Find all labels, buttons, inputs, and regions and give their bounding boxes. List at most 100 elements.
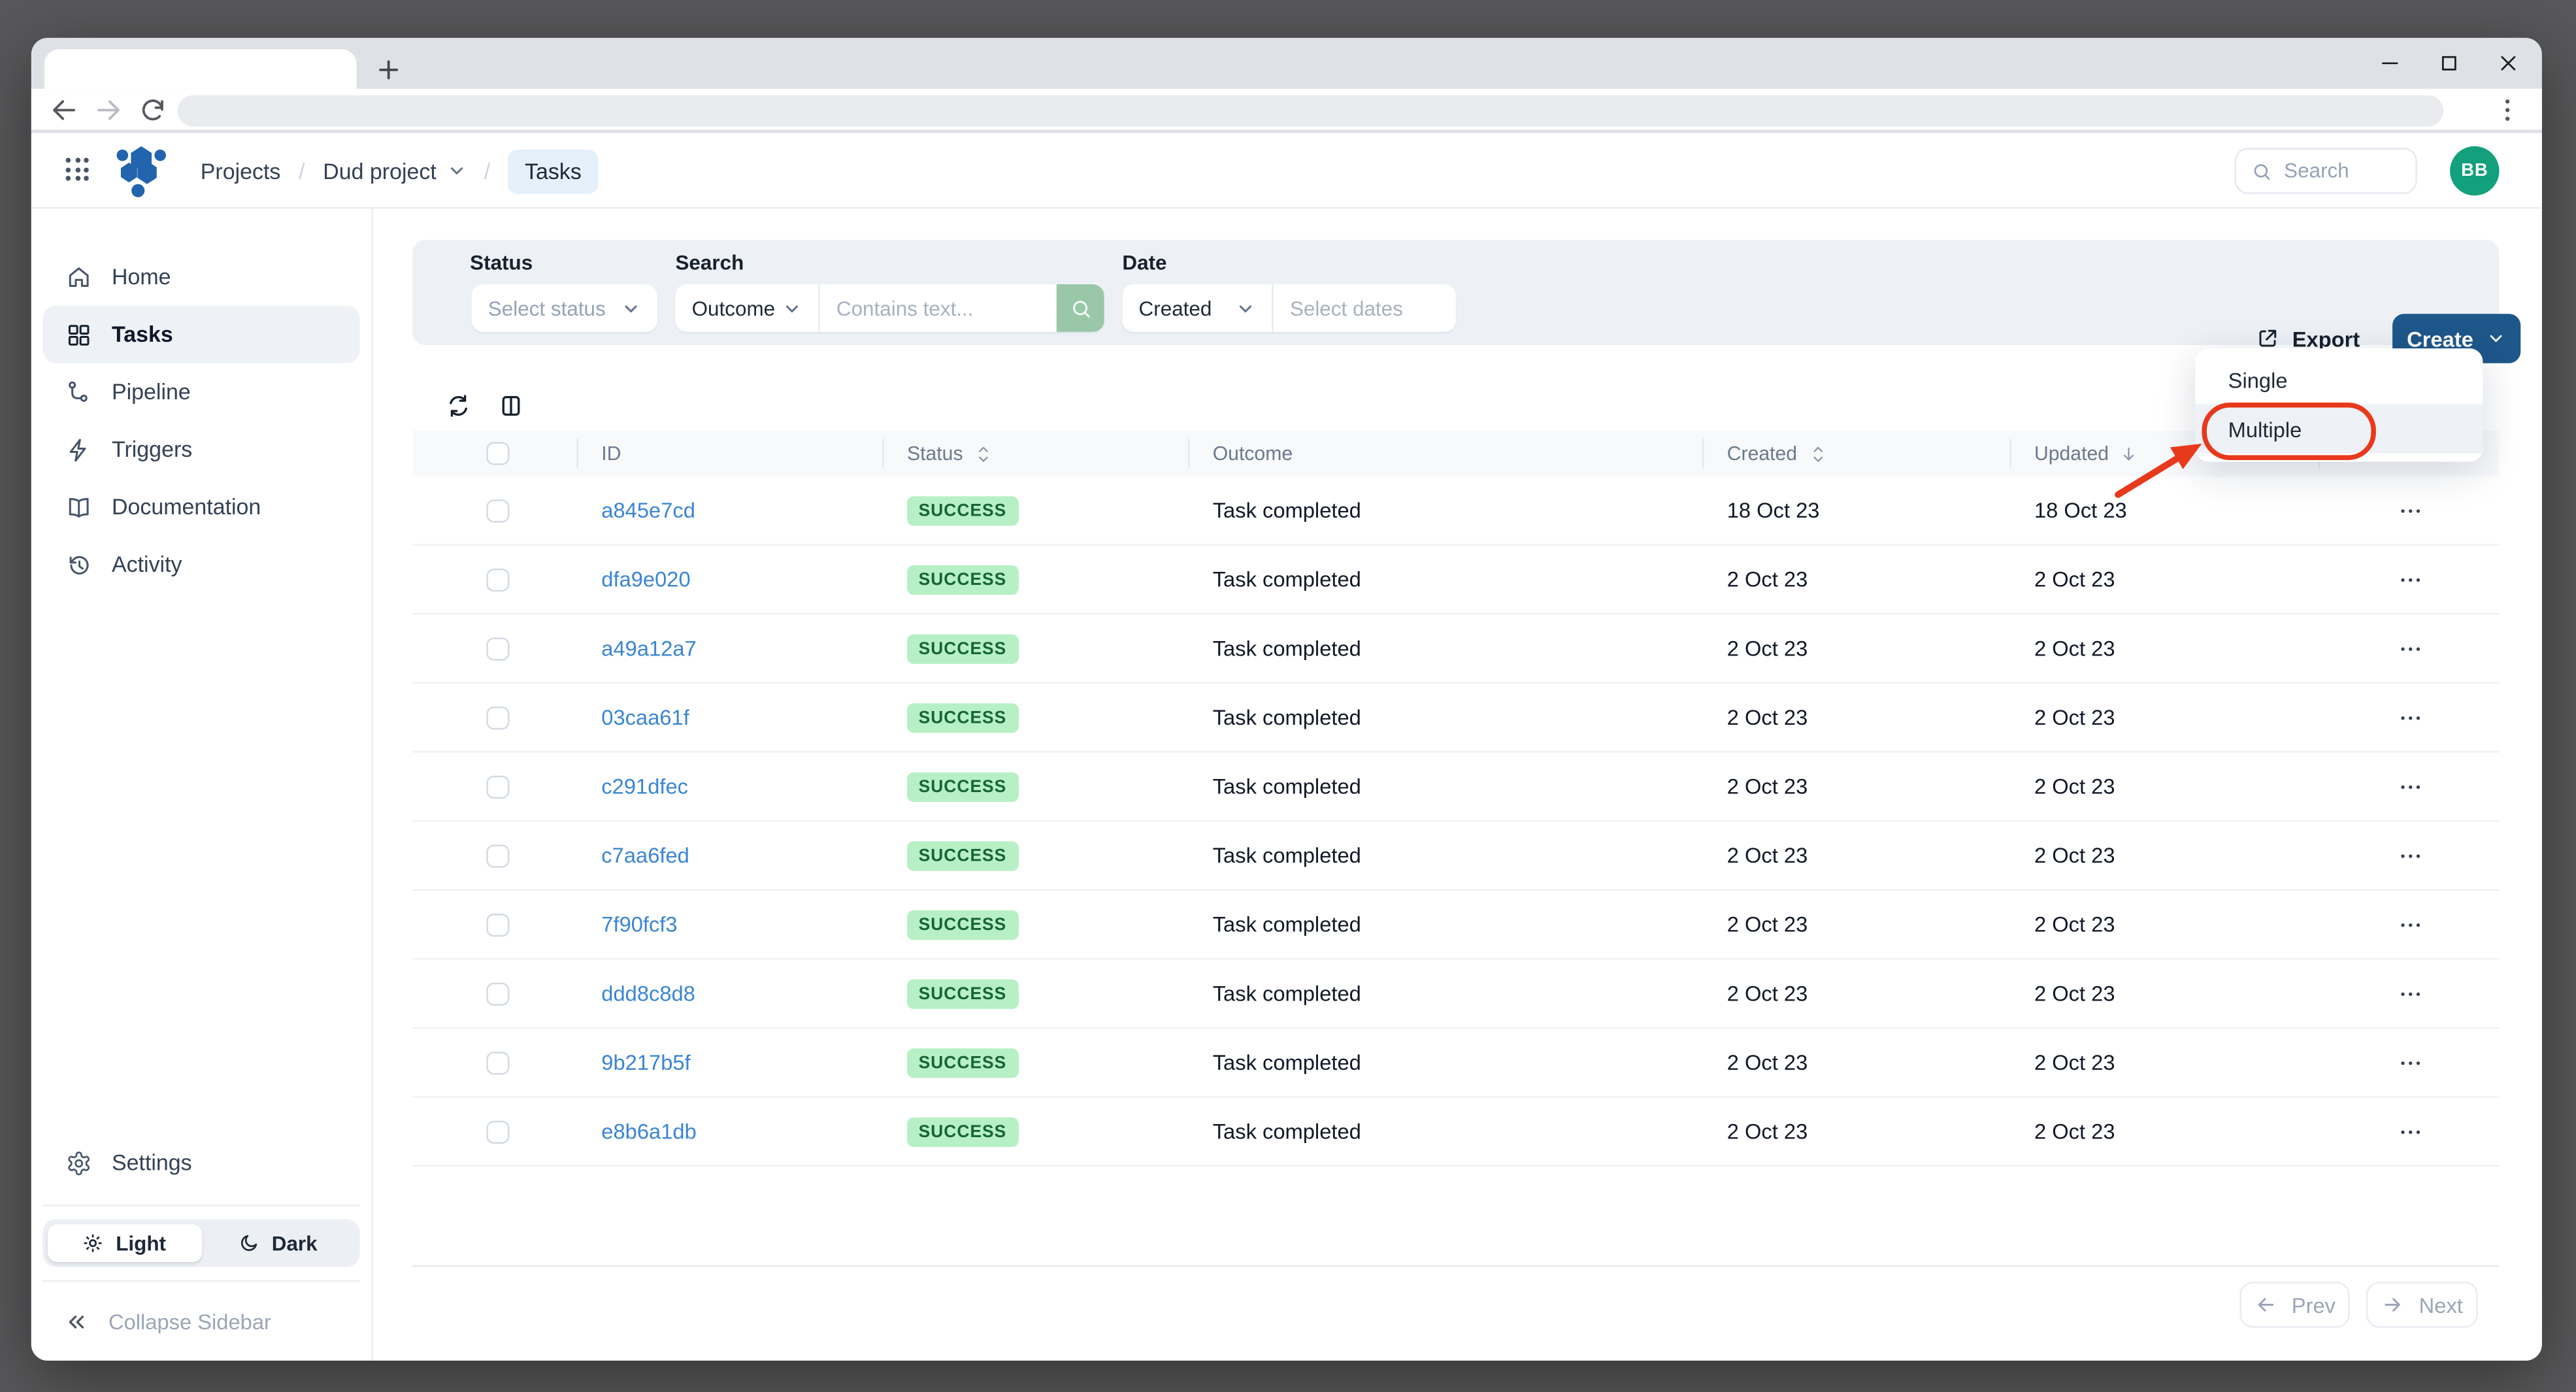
row-actions-icon[interactable] (2396, 1050, 2422, 1076)
filter-panel: Status Select status Search Outcome Cont… (412, 240, 2521, 363)
sidebar-item-triggers[interactable]: Triggers (42, 421, 359, 478)
chevron-down-icon (2490, 335, 2503, 342)
created-cell: 2 Oct 23 (1726, 636, 1808, 661)
new-tab-icon[interactable] (373, 54, 403, 84)
browser-window: Projects / Dud project / Tasks BB (31, 37, 2542, 1361)
row-checkbox[interactable] (486, 637, 510, 660)
status-filter-select[interactable]: Select status (471, 284, 657, 332)
row-checkbox[interactable] (486, 705, 510, 729)
date-filter-group: Created (1122, 284, 1456, 332)
back-icon[interactable] (49, 95, 78, 125)
date-range-input[interactable] (1272, 284, 1456, 332)
outcome-cell: Task completed (1212, 497, 1361, 523)
double-chevron-left-icon (69, 1314, 84, 1328)
breadcrumb-projects[interactable]: Projects (201, 159, 281, 184)
task-id-link[interactable]: 9b217b5f (601, 1050, 690, 1075)
task-id-link[interactable]: 03caa61f (601, 705, 689, 730)
table-toolbar (445, 393, 524, 419)
app-launcher-icon[interactable] (65, 157, 92, 184)
close-icon[interactable] (2498, 52, 2519, 74)
tasks-grid-icon (68, 323, 90, 345)
outcome-cell: Task completed (1212, 1050, 1361, 1075)
menu-item-multiple[interactable]: Multiple (2195, 404, 2483, 454)
next-page-button[interactable]: Next (2366, 1282, 2478, 1328)
updated-cell: 2 Oct 23 (2034, 567, 2115, 592)
created-cell: 18 Oct 23 (1726, 497, 1820, 523)
updated-cell: 2 Oct 23 (2034, 704, 2115, 730)
sidebar-item-tasks[interactable]: Tasks (42, 305, 360, 363)
table-row: e8b6a1db SUCCESS Task completed 2 Oct 23… (412, 1098, 2500, 1167)
minimize-icon[interactable] (2379, 52, 2401, 74)
row-checkbox[interactable] (486, 567, 510, 591)
reload-icon[interactable] (138, 95, 167, 125)
sidebar-item-documentation[interactable]: Documentation (42, 478, 359, 536)
address-bar[interactable] (177, 95, 2444, 127)
sun-icon (84, 1234, 103, 1252)
row-actions-icon[interactable] (2396, 911, 2422, 937)
search-filter-group: Outcome (675, 284, 1104, 332)
row-actions-icon[interactable] (2396, 635, 2422, 661)
column-header-created[interactable]: Created (1704, 439, 2011, 469)
sidebar-item-activity[interactable]: Activity (42, 536, 359, 593)
browser-menu-icon[interactable] (2492, 95, 2522, 125)
task-id-link[interactable]: dfa9e020 (601, 567, 690, 592)
row-checkbox[interactable] (486, 912, 510, 936)
theme-dark-button[interactable]: Dark (201, 1224, 355, 1262)
menu-item-single[interactable]: Single (2195, 355, 2483, 404)
row-actions-icon[interactable] (2396, 842, 2422, 869)
column-header-outcome: Outcome (1189, 439, 1704, 469)
sort-icon (1813, 446, 1823, 461)
columns-icon[interactable] (498, 393, 524, 419)
sidebar-item-settings[interactable]: Settings (42, 1134, 359, 1191)
task-id-link[interactable]: c291dfec (601, 774, 688, 799)
row-actions-icon[interactable] (2396, 1118, 2422, 1144)
row-actions-icon[interactable] (2396, 566, 2422, 592)
date-field-select[interactable]: Created (1122, 284, 1272, 332)
search-text-input[interactable] (818, 284, 1057, 332)
sidebar-item-home[interactable]: Home (42, 248, 359, 306)
search-field-select[interactable]: Outcome (675, 284, 819, 332)
screenshot-stage: Projects / Dud project / Tasks BB (0, 0, 2576, 1392)
search-submit-button[interactable] (1056, 284, 1104, 332)
refresh-icon[interactable] (445, 393, 471, 419)
row-checkbox[interactable] (486, 1119, 510, 1143)
column-header-status[interactable]: Status (884, 439, 1190, 469)
divider (42, 1204, 360, 1206)
global-search[interactable] (2234, 148, 2417, 194)
brand-logo (116, 143, 166, 199)
row-actions-icon[interactable] (2396, 497, 2422, 523)
forward-icon[interactable] (93, 95, 123, 125)
avatar[interactable]: BB (2450, 146, 2500, 196)
theme-light-button[interactable]: Light (47, 1224, 202, 1263)
task-id-link[interactable]: ddd8c8d8 (601, 981, 695, 1006)
table-row: c7aa6fed SUCCESS Task completed 2 Oct 23… (412, 821, 2500, 891)
sidebar-item-pipeline[interactable]: Pipeline (42, 363, 359, 421)
collapse-sidebar-button[interactable]: Collapse Sidebar (42, 1295, 359, 1347)
row-checkbox[interactable] (486, 1051, 510, 1074)
breadcrumb-project-selector[interactable]: Dud project (323, 159, 466, 183)
task-id-link[interactable]: a845e7cd (601, 498, 695, 523)
row-checkbox[interactable] (486, 982, 510, 1005)
breadcrumb-separator: / (484, 158, 491, 184)
search-input[interactable] (2284, 159, 2400, 183)
maximize-icon[interactable] (2439, 52, 2460, 74)
row-actions-icon[interactable] (2396, 980, 2422, 1006)
arrow-left-icon (2257, 1298, 2273, 1312)
row-actions-icon[interactable] (2396, 773, 2422, 799)
row-checkbox[interactable] (486, 774, 510, 798)
status-badge: SUCCESS (907, 909, 1018, 940)
task-id-link[interactable]: a49a12a7 (601, 636, 696, 661)
created-cell: 2 Oct 23 (1726, 704, 1808, 730)
prev-page-button[interactable]: Prev (2239, 1282, 2350, 1328)
task-id-link[interactable]: e8b6a1db (601, 1119, 696, 1144)
task-id-link[interactable]: c7aa6fed (601, 843, 689, 868)
browser-tab[interactable] (44, 49, 357, 89)
row-checkbox[interactable] (486, 844, 510, 867)
breadcrumb-tasks[interactable]: Tasks (508, 148, 598, 193)
row-checkbox[interactable] (486, 499, 510, 522)
row-actions-icon[interactable] (2396, 704, 2422, 730)
select-all-checkbox[interactable] (486, 442, 510, 465)
task-id-link[interactable]: 7f90fcf3 (601, 912, 677, 937)
outcome-cell: Task completed (1212, 981, 1361, 1006)
status-badge: SUCCESS (907, 1047, 1018, 1078)
